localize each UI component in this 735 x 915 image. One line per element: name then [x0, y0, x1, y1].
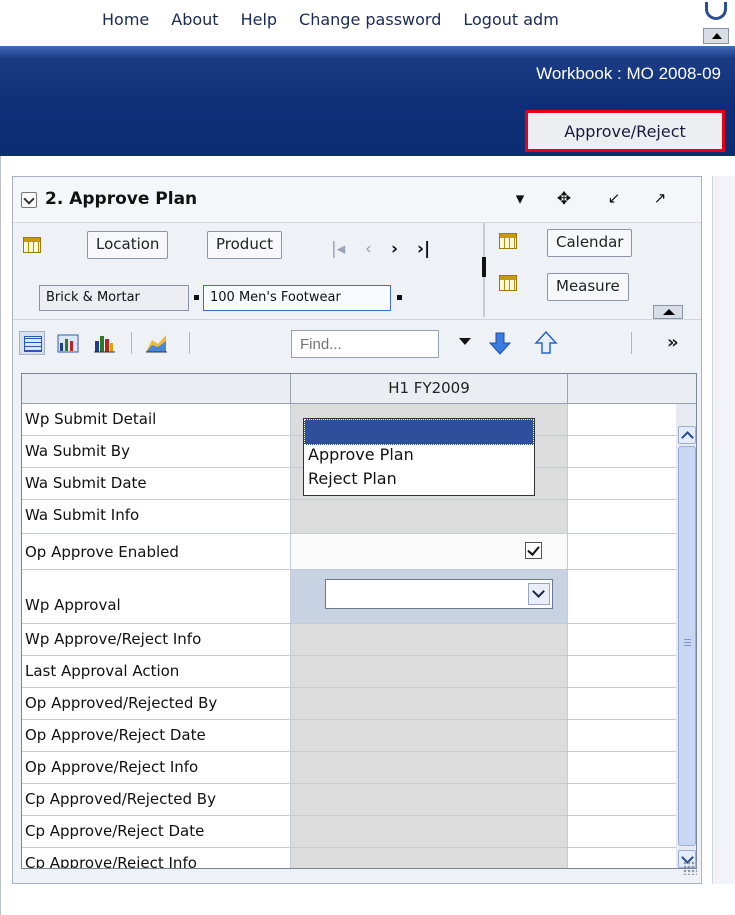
area-chart-icon[interactable]: [143, 331, 169, 355]
approval-select[interactable]: [325, 579, 553, 609]
row-label: Cp Approve/Reject Info: [25, 854, 197, 869]
grid-cell[interactable]: [290, 752, 568, 783]
table-row: Op Approve/Reject Info: [22, 752, 696, 784]
approval-dropdown-list: Approve Plan Reject Plan: [303, 418, 535, 496]
table-row: Op Approve Enabled: [22, 534, 696, 570]
row-label: Wp Submit Detail: [25, 410, 157, 428]
table-row: Op Approved/Rejected By: [22, 688, 696, 720]
grid-cell[interactable]: [290, 848, 568, 868]
scroll-up-icon[interactable]: [703, 28, 729, 44]
location-button[interactable]: Location: [87, 231, 169, 259]
move-up-icon[interactable]: [533, 331, 559, 355]
approve-plan-panel: 2. Approve Plan ▾ ✥ ↙ ↗ Location Product…: [12, 176, 702, 884]
measure-grid-icon: [499, 275, 517, 291]
approve-enabled-checkbox[interactable]: [525, 542, 542, 559]
calendar-button[interactable]: Calendar: [547, 229, 633, 257]
row-label: Op Approve/Reject Info: [25, 758, 199, 776]
measure-button[interactable]: Measure: [547, 273, 629, 301]
location-filter[interactable]: Brick & Mortar: [39, 285, 189, 311]
find-input[interactable]: [291, 330, 439, 358]
table-row: Cp Approve/Reject Info: [22, 848, 696, 869]
table-row: Op Approve/Reject Date: [22, 720, 696, 752]
collapse-icon[interactable]: [21, 192, 37, 208]
grid-cell[interactable]: [290, 534, 568, 569]
grid-cell[interactable]: [290, 720, 568, 751]
row-label: Wa Submit Date: [25, 474, 147, 492]
next-icon[interactable]: ›: [391, 239, 398, 259]
grid-cell[interactable]: [290, 688, 568, 719]
table-row: Cp Approve/Reject Date: [22, 816, 696, 848]
header-logo-scroll: [703, 2, 729, 44]
grid-header: H1 FY2009: [22, 374, 696, 404]
row-label: Op Approve/Reject Date: [25, 726, 206, 744]
dropdown-option-blank[interactable]: [304, 419, 534, 445]
nav-home-link[interactable]: Home: [102, 10, 149, 29]
workbook-title: Workbook : MO 2008-09: [536, 64, 721, 83]
approve-reject-button[interactable]: Approve/Reject: [525, 110, 725, 152]
grid-cell[interactable]: [290, 656, 568, 687]
divider-handle-icon[interactable]: [482, 257, 486, 277]
first-icon[interactable]: |◂: [331, 239, 345, 259]
grid-cell[interactable]: [290, 500, 568, 533]
nav-about-link[interactable]: About: [171, 10, 218, 29]
row-label: Op Approved/Rejected By: [25, 694, 218, 712]
grid-cell[interactable]: [290, 570, 568, 623]
nav-logout-link[interactable]: Logout adm: [463, 10, 558, 29]
minimize-icon[interactable]: ↙: [603, 189, 625, 207]
prev-icon[interactable]: ‹: [365, 239, 372, 259]
grid-view-icon[interactable]: [19, 331, 45, 355]
find-dropdown-icon[interactable]: [459, 338, 471, 345]
chevron-down-icon[interactable]: [528, 583, 550, 605]
toolbar: »: [13, 319, 701, 365]
row-label: Wa Submit By: [25, 442, 130, 460]
top-navigation: Home About Help Change password Logout a…: [0, 0, 735, 46]
grid-icon: [23, 237, 41, 253]
dropdown-option-approve[interactable]: Approve Plan: [304, 445, 534, 469]
approve-reject-label: Approve/Reject: [564, 122, 686, 141]
row-label: Op Approve Enabled: [25, 543, 179, 561]
chart-grid-icon[interactable]: [55, 331, 81, 355]
maximize-icon[interactable]: ↗: [649, 189, 671, 207]
nav-change-password-link[interactable]: Change password: [299, 10, 441, 29]
product-filter[interactable]: 100 Men's Footwear: [203, 285, 391, 311]
row-label: Wa Submit Info: [25, 506, 140, 524]
row-label: Cp Approved/Rejected By: [25, 790, 216, 808]
grid-cell[interactable]: [290, 784, 568, 815]
dropdown-option-reject[interactable]: Reject Plan: [304, 469, 534, 493]
table-row: Wa Submit Info: [22, 500, 696, 534]
move-icon[interactable]: ✥: [553, 189, 575, 209]
scroll-thumb[interactable]: [678, 446, 696, 846]
move-down-icon[interactable]: [487, 331, 513, 355]
nav-help-link[interactable]: Help: [241, 10, 277, 29]
resize-grip-icon[interactable]: [683, 861, 697, 875]
row-label: Wp Approve/Reject Info: [25, 630, 202, 648]
row-label: Wp Approval: [25, 596, 121, 614]
bar-chart-icon[interactable]: [91, 331, 117, 355]
panel-title: 2. Approve Plan: [45, 189, 198, 209]
row-label: Last Approval Action: [25, 662, 180, 680]
last-icon[interactable]: ›|: [417, 239, 430, 259]
dropdown-icon[interactable]: ▾: [509, 189, 531, 209]
vertical-scrollbar[interactable]: [676, 404, 696, 868]
grid-cell[interactable]: [290, 624, 568, 655]
table-row: Wp Approve/Reject Info: [22, 624, 696, 656]
table-row: Cp Approved/Rejected By: [22, 784, 696, 816]
calendar-grid-icon: [499, 233, 517, 249]
panel-header: 2. Approve Plan ▾ ✥ ↙ ↗: [13, 177, 701, 223]
column-header[interactable]: H1 FY2009: [290, 374, 568, 404]
row-label: Cp Approve/Reject Date: [25, 822, 205, 840]
logo-icon: [705, 2, 727, 20]
more-icon[interactable]: »: [667, 332, 679, 353]
product-button[interactable]: Product: [207, 231, 282, 259]
table-row: Last Approval Action: [22, 656, 696, 688]
table-row: Wp Approval: [22, 570, 696, 624]
scroll-up-icon[interactable]: [678, 426, 696, 444]
scroll-up-icon[interactable]: [653, 305, 683, 319]
grid-cell[interactable]: [290, 816, 568, 847]
right-gutter: [712, 176, 735, 884]
